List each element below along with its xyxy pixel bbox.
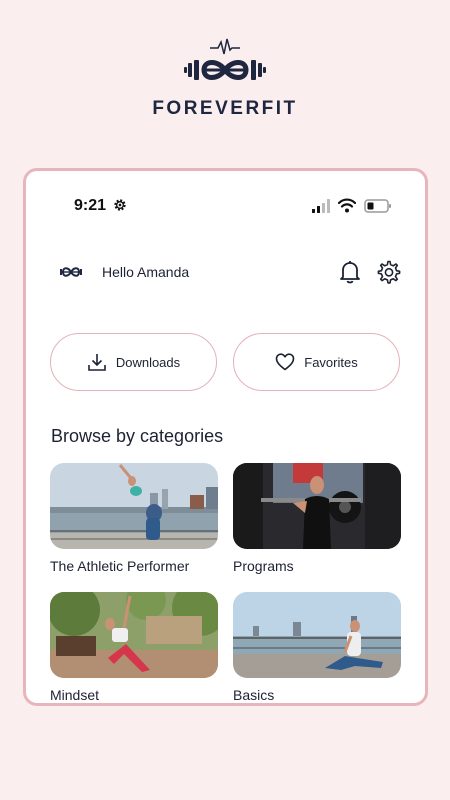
downloads-label: Downloads xyxy=(115,354,181,370)
signal-icon xyxy=(312,199,330,213)
wifi-icon xyxy=(338,198,356,213)
brand-name: FOREVERFIT xyxy=(152,98,298,119)
notification-bell-icon[interactable] xyxy=(338,259,362,285)
basics-image xyxy=(233,592,401,678)
category-label: Programs xyxy=(233,558,294,574)
category-card-basics[interactable]: Basics xyxy=(233,592,401,703)
status-bar: 9:21 xyxy=(26,193,425,219)
athletic-performer-image xyxy=(50,463,218,549)
dumbbell-infinity-logo-icon xyxy=(184,38,266,80)
download-icon xyxy=(88,354,106,371)
favorites-button[interactable]: Favorites xyxy=(233,333,400,391)
category-label: Mindset xyxy=(50,687,100,703)
programs-image xyxy=(233,463,401,549)
phone-frame: 9:21 Hello Amanda Downloads Favorites Br… xyxy=(23,168,428,706)
category-card-mindset[interactable]: Mindset xyxy=(50,592,218,703)
category-card-programs[interactable]: Programs xyxy=(233,463,401,574)
mindset-image xyxy=(50,592,218,678)
gear-icon xyxy=(114,199,126,211)
section-title: Browse by categories xyxy=(51,426,224,446)
heart-icon xyxy=(275,353,295,371)
app-header: Hello Amanda xyxy=(26,255,425,291)
settings-gear-icon[interactable] xyxy=(375,259,401,285)
category-label: The Athletic Performer xyxy=(50,558,190,574)
category-card-athletic-performer[interactable]: The Athletic Performer xyxy=(50,463,218,574)
favorites-label: Favorites xyxy=(304,354,358,370)
battery-icon xyxy=(364,199,391,213)
brand-header: FOREVERFIT xyxy=(0,38,450,120)
category-label: Basics xyxy=(233,687,275,703)
app-logo-icon xyxy=(60,267,82,277)
downloads-button[interactable]: Downloads xyxy=(50,333,217,391)
greeting-text: Hello Amanda xyxy=(102,264,190,280)
status-time: 9:21 xyxy=(74,197,107,214)
